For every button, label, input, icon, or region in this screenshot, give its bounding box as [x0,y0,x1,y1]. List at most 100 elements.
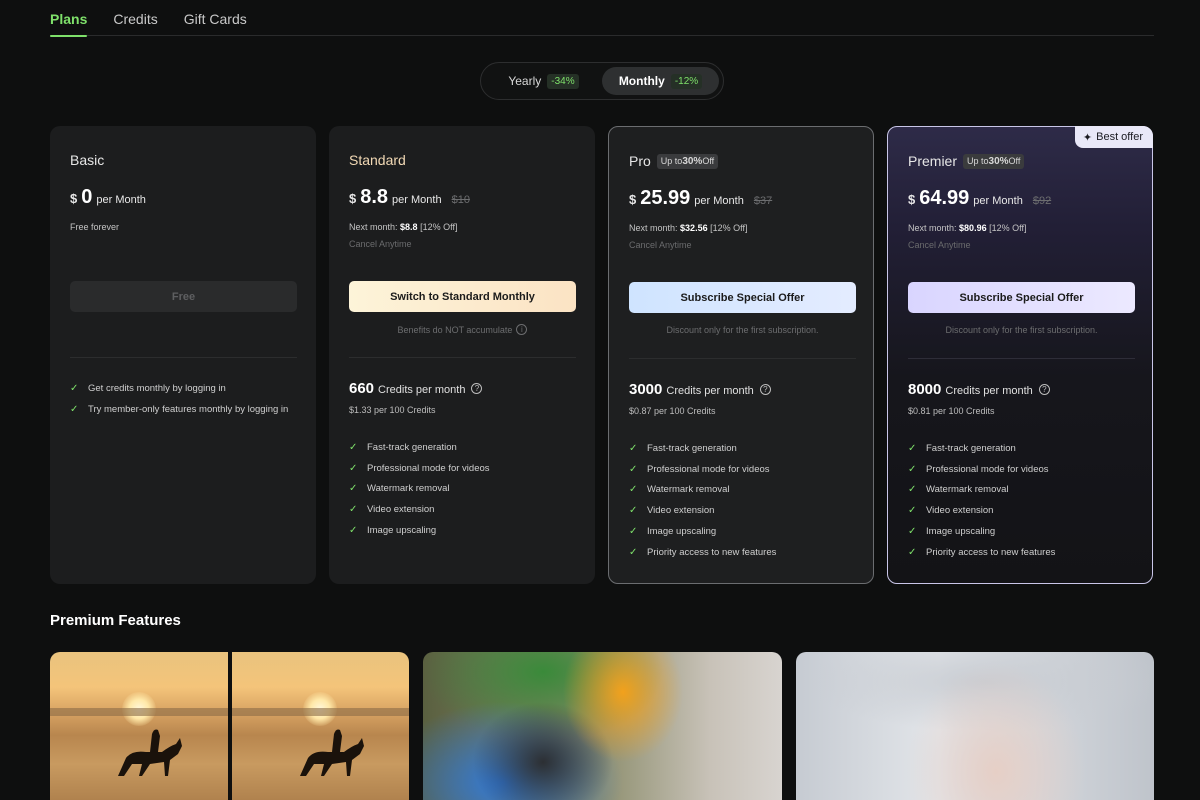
original-price: $92 [1032,195,1052,207]
list-item: ✓ Try member-only features monthly by log… [70,399,288,420]
toggle-monthly-label: Monthly [618,74,665,88]
question-circle-icon[interactable]: ? [471,383,483,394]
divider [70,357,297,358]
plan-name: Standard [349,152,406,168]
discount-badge: Up to30%Off [656,153,719,169]
list-item: ✓ Video extension [629,500,776,521]
feature-image-desert-rider[interactable] [50,652,409,800]
desert-image-before [50,652,228,800]
list-item: ✓ Image upscaling [629,521,776,542]
feature-text: Video extension [367,504,435,516]
subscribe-pro-button[interactable]: Subscribe Special Offer [629,282,856,313]
badge-value: 30% [682,155,703,167]
plan-name-text: Standard [349,152,406,168]
feature-text: Professional mode for videos [367,462,490,474]
check-icon: ✓ [908,505,917,517]
feature-text: Priority access to new features [647,546,777,558]
plan-card-premier: ✦ Best offer Premier Up to30%Off $ 64.99… [887,126,1153,584]
check-icon: ✓ [349,525,358,537]
discount-note: Discount only for the first subscription… [908,325,1135,335]
feature-image-winter-portrait[interactable] [796,652,1154,800]
toggle-yearly-label: Yearly [508,74,542,88]
original-price: $37 [753,195,773,207]
list-item: ✓ Video extension [349,499,490,520]
check-icon: ✓ [908,442,917,454]
tab-gift-cards[interactable]: Gift Cards [184,11,247,36]
tab-credits[interactable]: Credits [113,11,157,36]
badge-suffix: Off [1008,155,1021,166]
check-icon: ✓ [629,546,638,558]
feature-text: Video extension [926,505,994,517]
best-offer-badge: ✦ Best offer [1074,126,1153,148]
next-month-off: [12% Off] [420,222,458,232]
feature-text: Image upscaling [367,525,437,537]
list-item: ✓ Fast-track generation [908,438,1055,459]
next-month-value: $8.8 [400,222,418,232]
discount-note: Discount only for the first subscription… [629,325,856,335]
tab-plans[interactable]: Plans [50,11,88,37]
next-month-label: Next month: [908,223,957,233]
benefits-note: Benefits do NOT accumulate i [349,324,576,335]
subscribe-premier-button[interactable]: Subscribe Special Offer [908,282,1135,313]
feature-text: Watermark removal [647,484,730,496]
next-month-off: [12% Off] [710,223,748,233]
plan-price: $ 0 per Month [70,186,146,209]
feature-list: ✓ Fast-track generation ✓ Professional mod… [629,438,776,563]
next-month-label: Next month: [629,223,678,233]
monthly-discount-badge: -12% [670,73,703,89]
toggle-monthly[interactable]: Monthly -12% [602,67,719,95]
next-month-note: Next month: $8.8 [12% Off] [349,222,457,232]
discount-badge: Up to30%Off [963,153,1025,169]
price-period: per Month [96,194,146,206]
feature-text: Professional mode for videos [647,463,770,475]
horizon-shape [231,708,409,716]
list-item: ✓ Professional mode for videos [349,458,490,479]
toggle-yearly[interactable]: Yearly -34% [485,67,602,95]
feature-text: Fast-track generation [647,442,737,454]
list-item: ✓ Image upscaling [349,520,490,541]
question-circle-icon[interactable]: ? [1038,384,1050,395]
credits-label: Credits per month [666,385,754,397]
check-icon: ✓ [70,403,79,415]
horizon-shape [50,708,228,716]
check-icon: ✓ [629,463,638,475]
check-icon: ✓ [70,382,79,394]
free-button[interactable]: Free [70,281,297,312]
feature-list: ✓ Fast-track generation ✓ Professional mod… [349,437,490,541]
feature-text: Image upscaling [926,526,996,538]
list-item: ✓ Priority access to new features [629,542,776,563]
next-month-value: $80.96 [959,223,987,233]
horse-rider-silhouette [118,729,182,776]
question-circle-icon[interactable]: ? [759,384,771,395]
cancel-anytime-note: Cancel Anytime [349,239,412,249]
list-item: ✓ Watermark removal [349,479,490,500]
monthly-credits: 660 Credits per month ? [349,380,483,397]
feature-image-parrot[interactable] [423,652,782,800]
check-icon: ✓ [349,504,358,516]
plan-name: Pro Up to30%Off [629,153,719,169]
horse-rider-silhouette [299,729,364,776]
info-icon[interactable]: i [516,324,528,335]
list-item: ✓ Professional mode for videos [629,459,776,480]
check-icon: ✓ [629,442,638,454]
credit-rate: $1.33 per 100 Credits [349,405,436,415]
yearly-discount-badge: -34% [547,73,579,89]
switch-standard-button[interactable]: Switch to Standard Monthly [349,281,576,312]
check-icon: ✓ [908,546,917,558]
currency-symbol: $ [349,191,357,206]
credits-label: Credits per month [378,384,466,396]
feature-text: Professional mode for videos [926,463,1049,475]
currency-symbol: $ [70,191,78,206]
divider [349,357,576,358]
list-item: ✓ Get credits monthly by logging in [70,378,288,399]
monthly-credits: 8000 Credits per month ? [908,381,1050,398]
plan-card-pro: Pro Up to30%Off $ 25.99 per Month $37 Ne… [608,126,874,584]
next-month-off: [12% Off] [989,223,1027,233]
divider [629,358,856,359]
divider [908,358,1135,359]
badge-prefix: Up to [660,155,683,166]
list-item: ✓ Fast-track generation [349,437,490,458]
badge-prefix: Up to [967,155,989,166]
plan-name: Premier Up to30%Off [908,153,1025,169]
desert-image-after [231,652,409,800]
